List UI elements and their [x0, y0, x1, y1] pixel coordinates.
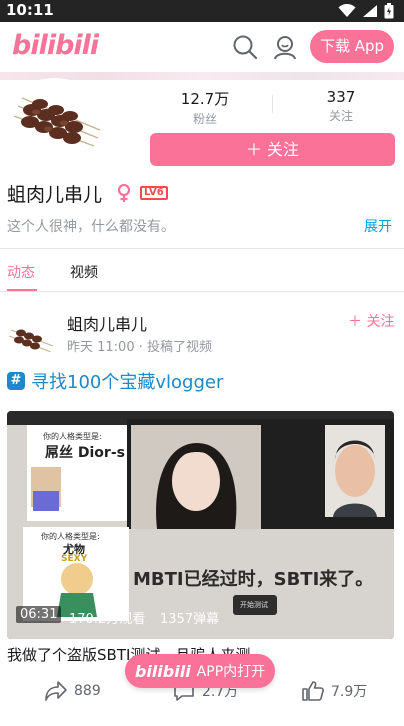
wifi-icon: [338, 4, 356, 17]
tab-dynamics[interactable]: 动态: [7, 262, 35, 282]
user-icon[interactable]: [272, 34, 298, 60]
stat-fans-value: 12.7万: [180, 90, 230, 108]
topic-label: 寻找100个宝藏vlogger: [31, 372, 224, 393]
thumb-card1-small: 你的人格类型是:: [43, 432, 102, 441]
search-icon[interactable]: [232, 34, 258, 60]
stat-following-label: 关注: [328, 109, 353, 123]
stat-fans-label: 粉丝: [192, 112, 217, 126]
profile-name: 蛆肉儿串儿: [7, 184, 103, 206]
profile-bio: 这个人很神，什么都没有。: [7, 219, 175, 235]
female-gender-icon: [117, 183, 131, 202]
expand-link[interactable]: 展开: [364, 216, 392, 236]
status-bar: 10:11: [0, 0, 404, 22]
profile-avatar[interactable]: [0, 76, 110, 168]
skewer-avatar-image: [3, 78, 107, 166]
post-avatar[interactable]: [7, 314, 55, 362]
like-icon: [302, 681, 324, 701]
stat-divider: [272, 95, 273, 113]
video-duration: 06:31: [16, 606, 62, 623]
topic-link[interactable]: # 寻找100个宝藏vlogger: [7, 368, 223, 394]
divider: [0, 291, 404, 292]
video-views: 170.2万观看: [69, 612, 146, 627]
bilibili-mini-logo: bilibili: [134, 661, 191, 681]
thumb-card1-big: 屌丝 Dior-s: [45, 445, 125, 461]
topic-hash-icon: #: [7, 372, 25, 390]
thumb-subtitle: MBTI已经过时，SBTI来了。: [133, 569, 374, 590]
skewer-avatar-small: [7, 314, 55, 362]
follow-button[interactable]: ＋ 关注: [150, 133, 395, 166]
top-header: bilibili 下载 App: [0, 22, 404, 72]
like-count: 7.9万: [331, 684, 368, 700]
download-app-button[interactable]: 下载 App: [310, 30, 394, 63]
like-action[interactable]: 7.9万: [301, 680, 367, 702]
video-thumbnail[interactable]: 你的人格类型是: 屌丝 Dior-s 你的人格类型是: 尤物 SEXY MBTI…: [7, 411, 394, 639]
video-danmaku: 1357弹幕: [160, 612, 220, 627]
thumb-card2-sub: SEXY: [61, 554, 88, 564]
level-badge: LV6: [140, 186, 168, 200]
battery-icon: [384, 3, 394, 19]
open-in-app-button[interactable]: bilibili APP内打开: [125, 654, 275, 688]
signal-icon: [363, 5, 377, 17]
share-icon: [45, 681, 67, 701]
stat-following[interactable]: 337 关注: [281, 88, 401, 124]
stat-following-value: 337: [326, 88, 356, 106]
share-count: 889: [74, 683, 101, 699]
divider: [0, 248, 404, 249]
stat-fans[interactable]: 12.7万 粉丝: [145, 88, 265, 127]
tab-videos[interactable]: 视频: [70, 262, 98, 282]
bilibili-logo[interactable]: bilibili: [12, 30, 99, 61]
status-time: 10:11: [6, 1, 54, 19]
post-follow-button[interactable]: ＋ 关注: [348, 311, 394, 331]
page-root: 10:11 bilibili 下载 App 12.7万 粉丝 337 关注 ＋ …: [0, 0, 404, 726]
post-meta: 昨天 11:00 · 投稿了视频: [67, 340, 212, 355]
open-in-app-label: APP内打开: [196, 664, 266, 680]
thumb-button-text: 开始测试: [240, 601, 268, 609]
post-author-name[interactable]: 蛆肉儿串儿: [67, 311, 147, 335]
share-action[interactable]: 889: [44, 680, 101, 702]
